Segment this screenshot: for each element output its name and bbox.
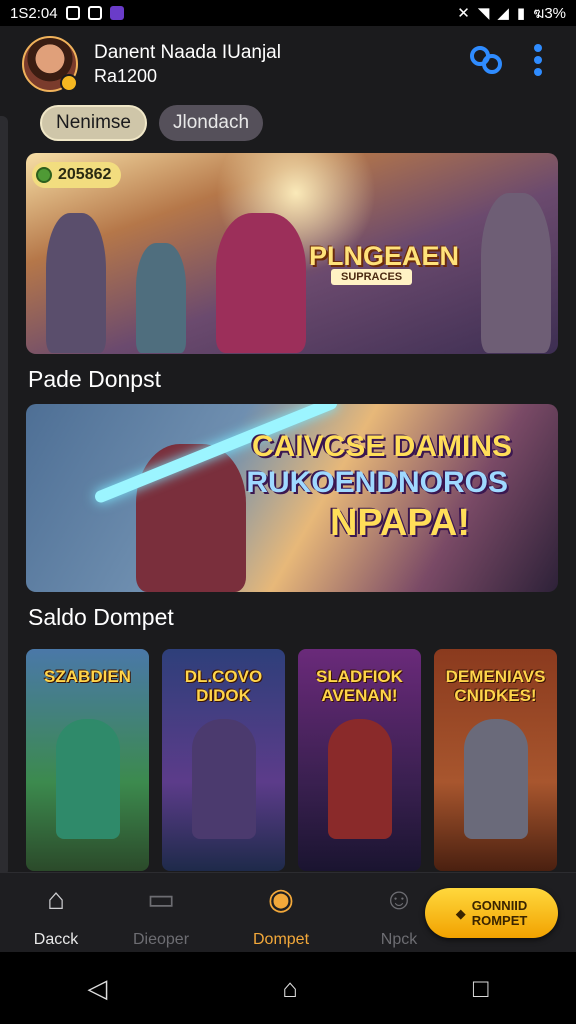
game-card[interactable]: DL.COVO DIDOK — [162, 649, 285, 871]
game-card-title: DL.COVO DIDOK — [184, 667, 263, 705]
card-character — [56, 719, 120, 839]
wallet-cta-label: GONNIID ROMPET — [472, 898, 528, 928]
side-drawer-handle[interactable] — [0, 116, 8, 876]
card-character — [464, 719, 528, 839]
avatar[interactable] — [22, 36, 78, 92]
battery-level: ฆ3% — [533, 5, 566, 22]
nav-label: Dacck — [33, 931, 79, 948]
chip-jlondach[interactable]: Jlondach — [158, 105, 264, 141]
promo-line-2: RUKOENDNOROS — [246, 466, 508, 499]
wifi-icon: ◥ — [477, 5, 490, 22]
cta-line-2: ROMPET — [471, 913, 528, 928]
app-notification-icon — [109, 6, 124, 20]
hero-character-archer — [136, 243, 186, 353]
nav-item-dompet[interactable]: ◉ Dompet — [233, 879, 329, 949]
hero-title: PLNGEAEN — [309, 241, 460, 271]
nav-item-dacck[interactable]: ⌂ Dacck — [8, 879, 104, 949]
section-title-wallet: Saldo Dompet — [28, 604, 174, 630]
hero-character-heroine — [216, 213, 306, 353]
status-bar: 1S2:04 ✕ ◥ ◢ ▮ ฆ3% — [0, 0, 576, 26]
card-character — [192, 719, 256, 839]
status-time: 1S2:04 — [10, 4, 58, 22]
game-card[interactable]: SLADFIOK AVENAN! — [298, 649, 421, 871]
game-card[interactable]: SZABDIEN — [26, 649, 149, 871]
battery-icon: ▮ — [516, 5, 526, 22]
promo-banner[interactable]: CAIVCSE DAMINS RUKOENDNOROS NPAPA! — [26, 404, 558, 592]
app-header: Danent Naada IUanjal Ra1200 — [0, 26, 576, 102]
hero-coin-badge: 205862 — [32, 162, 122, 188]
nav-label: Dompet — [252, 931, 310, 948]
game-card-title: SLADFIOK AVENAN! — [316, 667, 403, 705]
user-name: Danent Naada IUanjal — [94, 42, 281, 63]
home-icon: ⌂ — [46, 883, 66, 916]
nav-label: Npck — [380, 931, 418, 948]
hero-coin-value: 205862 — [58, 166, 112, 183]
ticket-icon: ▭ — [146, 883, 176, 916]
user-balance: Ra1200 — [94, 66, 158, 86]
game-card-list: SZABDIEN DL.COVO DIDOK SLADFIOK AVENAN! … — [26, 649, 557, 871]
wallet-cta-icon: ◆ — [455, 905, 466, 921]
hero-subtitle: SUPRACES — [331, 269, 413, 285]
game-card-title: SZABDIEN — [44, 667, 131, 686]
signal-icon: ◢ — [497, 5, 509, 22]
hero-banner[interactable]: 205862 PLNGEAEN SUPRACES — [26, 153, 558, 354]
game-card-title: DEMENIAVS CNIDKES! — [445, 667, 546, 705]
game-card[interactable]: DEMENIAVS CNIDKES! — [434, 649, 557, 871]
link-icon[interactable] — [468, 45, 504, 83]
camera-icon — [87, 6, 102, 20]
wallet-cta-button[interactable]: ◆ GONNIID ROMPET — [425, 888, 558, 938]
promo-line-1: CAIVCSE DAMINS — [251, 430, 512, 463]
nav-label: Dieoper — [132, 931, 190, 948]
filter-chips: Nenimse Jlondach — [40, 105, 264, 141]
coin-icon — [36, 167, 52, 183]
recents-icon[interactable]: □ — [473, 973, 489, 1004]
more-vertical-icon[interactable] — [520, 43, 556, 85]
notification-icon — [65, 6, 80, 20]
card-character — [328, 719, 392, 839]
system-navigation-bar: ◁ ⌂ □ — [0, 952, 576, 1024]
chip-nenimse[interactable]: Nenimse — [40, 105, 147, 141]
coin-icon: ◉ — [267, 883, 295, 916]
promo-line-3: NPAPA! — [329, 502, 470, 544]
hero-character-left — [46, 213, 106, 353]
mute-icon: ✕ — [457, 5, 470, 22]
home-button-icon[interactable]: ⌂ — [282, 973, 298, 1004]
cta-line-1: GONNIID — [471, 898, 528, 913]
coin-badge-icon — [60, 74, 78, 92]
section-title-featured: Pade Donpst — [28, 366, 161, 392]
back-icon[interactable]: ◁ — [87, 973, 107, 1004]
hero-character-knight — [481, 193, 551, 353]
user-info: Danent Naada IUanjal Ra1200 — [94, 41, 452, 87]
nav-item-dieoper[interactable]: ▭ Dieoper — [113, 879, 209, 949]
